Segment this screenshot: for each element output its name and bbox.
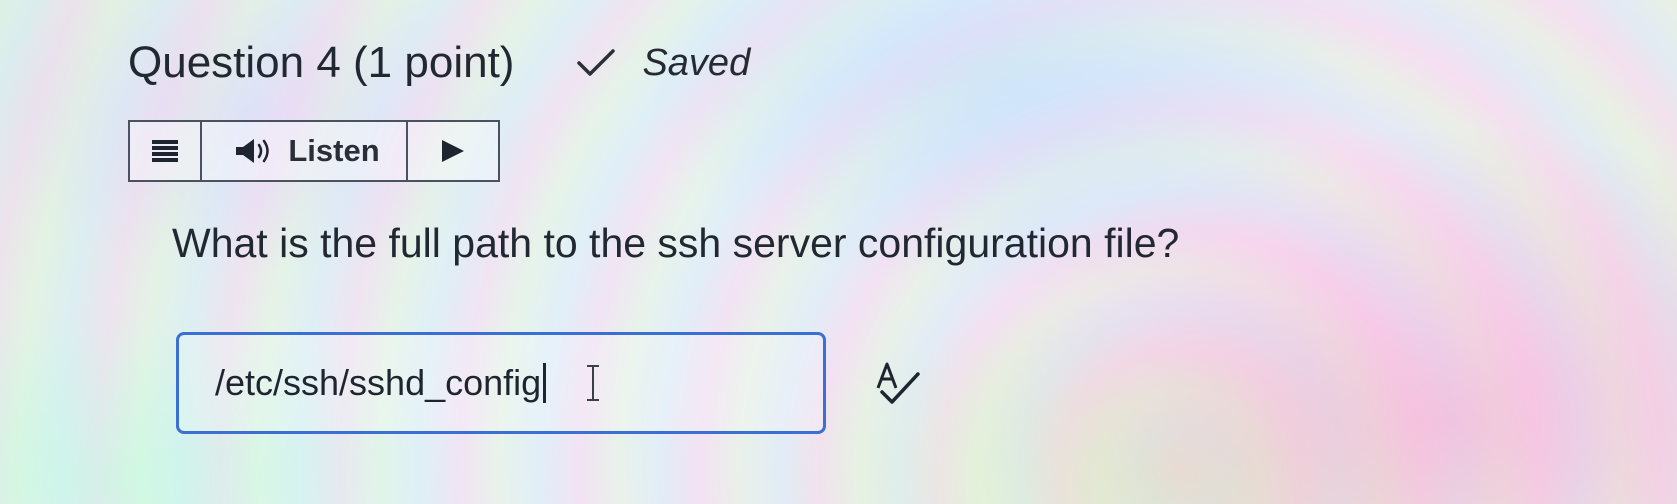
text-caret bbox=[543, 363, 547, 403]
question-header: Question 4 (1 point) Saved bbox=[128, 38, 750, 88]
play-icon bbox=[442, 140, 464, 162]
question-title: Question 4 (1 point) bbox=[128, 38, 515, 87]
hamburger-menu-icon bbox=[152, 140, 178, 162]
play-button[interactable] bbox=[408, 122, 498, 180]
speaker-icon bbox=[236, 139, 270, 163]
answer-value: /etc/ssh/sshd_config bbox=[215, 362, 542, 403]
saved-label: Saved bbox=[642, 41, 751, 84]
save-status: Saved bbox=[576, 42, 750, 85]
listen-label: Listen bbox=[288, 133, 380, 168]
answer-input[interactable]: /etc/ssh/sshd_config bbox=[176, 332, 826, 434]
question-prompt: What is the full path to the ssh server … bbox=[172, 220, 1180, 266]
ibeam-cursor-icon bbox=[587, 365, 600, 401]
spellcheck-icon[interactable] bbox=[874, 362, 922, 406]
listen-button[interactable]: Listen bbox=[202, 122, 408, 180]
toolbar-menu-button[interactable] bbox=[130, 122, 202, 180]
read-aloud-toolbar: Listen bbox=[128, 120, 500, 182]
checkmark-icon bbox=[577, 49, 616, 76]
